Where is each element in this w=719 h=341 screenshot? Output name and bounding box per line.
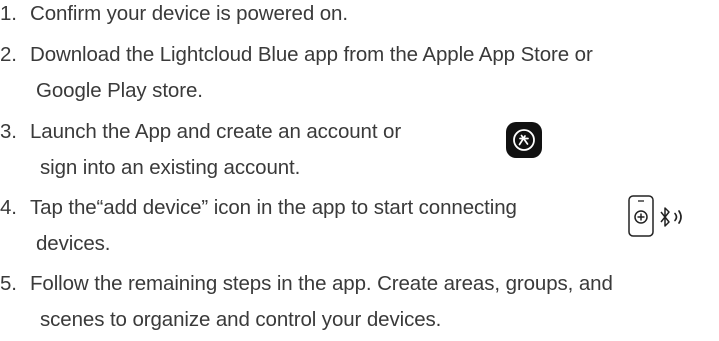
step-2-continuation: Google Play store. xyxy=(36,79,203,102)
step-number: 2. xyxy=(0,43,17,66)
step-4-continuation: devices. xyxy=(36,232,111,255)
step-number: 5. xyxy=(0,272,17,295)
step-2: 2. Download the Lightcloud Blue app from … xyxy=(0,43,593,67)
step-4: 4. Tap the“add device” icon in the app to… xyxy=(0,196,517,220)
step-3-continuation: sign into an existing account. xyxy=(40,156,301,179)
step-5: 5. Follow the remaining steps in the app.… xyxy=(0,272,613,296)
step-3: 3. Launch the App and create an account o… xyxy=(0,120,401,144)
step-text: Download the Lightcloud Blue app from th… xyxy=(30,43,593,66)
step-text: Confirm your device is powered on. xyxy=(30,2,348,25)
step-number: 3. xyxy=(0,120,17,143)
lightcloud-app-icon xyxy=(506,122,542,158)
step-text: Follow the remaining steps in the app. C… xyxy=(30,272,613,295)
step-number: 4. xyxy=(0,196,17,219)
step-1: 1. Confirm your device is powered on. xyxy=(0,2,348,26)
add-device-bluetooth-icon xyxy=(628,195,690,239)
step-5-continuation: scenes to organize and control your devi… xyxy=(40,308,442,331)
step-text: Launch the App and create an account or xyxy=(30,120,402,143)
step-text: Tap the“add device” icon in the app to s… xyxy=(30,196,517,219)
step-number: 1. xyxy=(0,2,17,25)
